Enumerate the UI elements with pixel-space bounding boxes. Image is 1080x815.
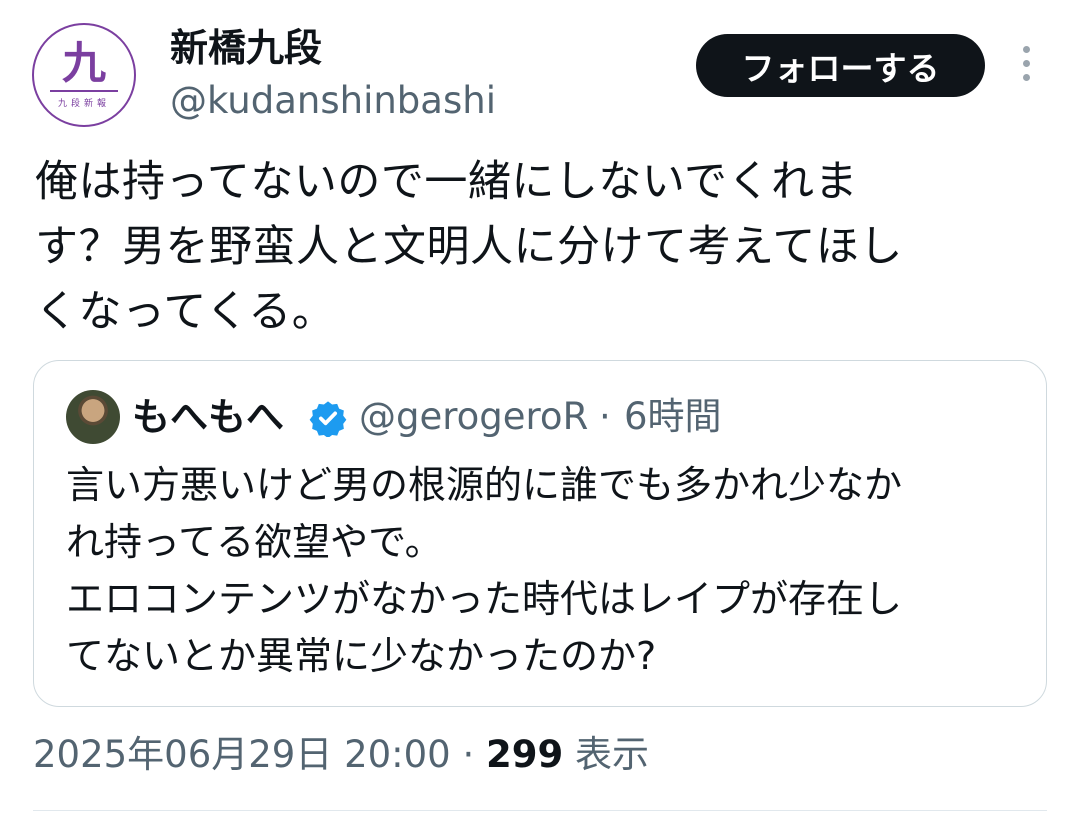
author-avatar[interactable]: 九 九段新報	[32, 23, 136, 127]
quoted-tweet-text: 言い方悪いけど男の根源的に誰でも多かれ少なか れ持ってる欲望やで。 エロコンテン…	[66, 463, 903, 678]
quoted-author-avatar[interactable]	[66, 390, 120, 444]
meta-separator: ·	[450, 733, 487, 776]
avatar-logo-text: 九	[62, 38, 106, 89]
avatar-logo-rule	[50, 90, 118, 92]
views-label: 表示	[563, 733, 650, 776]
author-handle[interactable]: @kudanshinbashi	[170, 76, 496, 126]
divider	[33, 810, 1047, 811]
quoted-timestamp[interactable]: 6時間	[624, 391, 722, 443]
views-count[interactable]: 299	[486, 733, 563, 776]
quoted-author-handle[interactable]: @gerogeroR	[359, 391, 588, 443]
tweet-timestamp[interactable]: 2025年06月29日 20:00	[33, 733, 451, 776]
author-display-name[interactable]: 新橋九段	[170, 22, 322, 74]
avatar-logo-subtext: 九段新報	[57, 99, 110, 109]
quoted-separator: ·	[599, 395, 611, 438]
verified-badge-icon	[309, 401, 347, 437]
quoted-author-display-name[interactable]: もへもへ	[132, 391, 284, 443]
tweet-text: 俺は持ってないので一緒にしないでくれま す？男を野蛮人と文明人に分けて考えてほし…	[35, 157, 903, 337]
follow-button[interactable]: フォローする	[696, 34, 985, 97]
quoted-tweet-card[interactable]: もへもへ @gerogeroR · 6時間 言い方悪いけど男の根源的に誰でも多か…	[33, 360, 1047, 707]
tweet-meta: 2025年06月29日 20:00 · 299 表示	[33, 728, 649, 782]
more-options-icon[interactable]	[1016, 46, 1036, 86]
